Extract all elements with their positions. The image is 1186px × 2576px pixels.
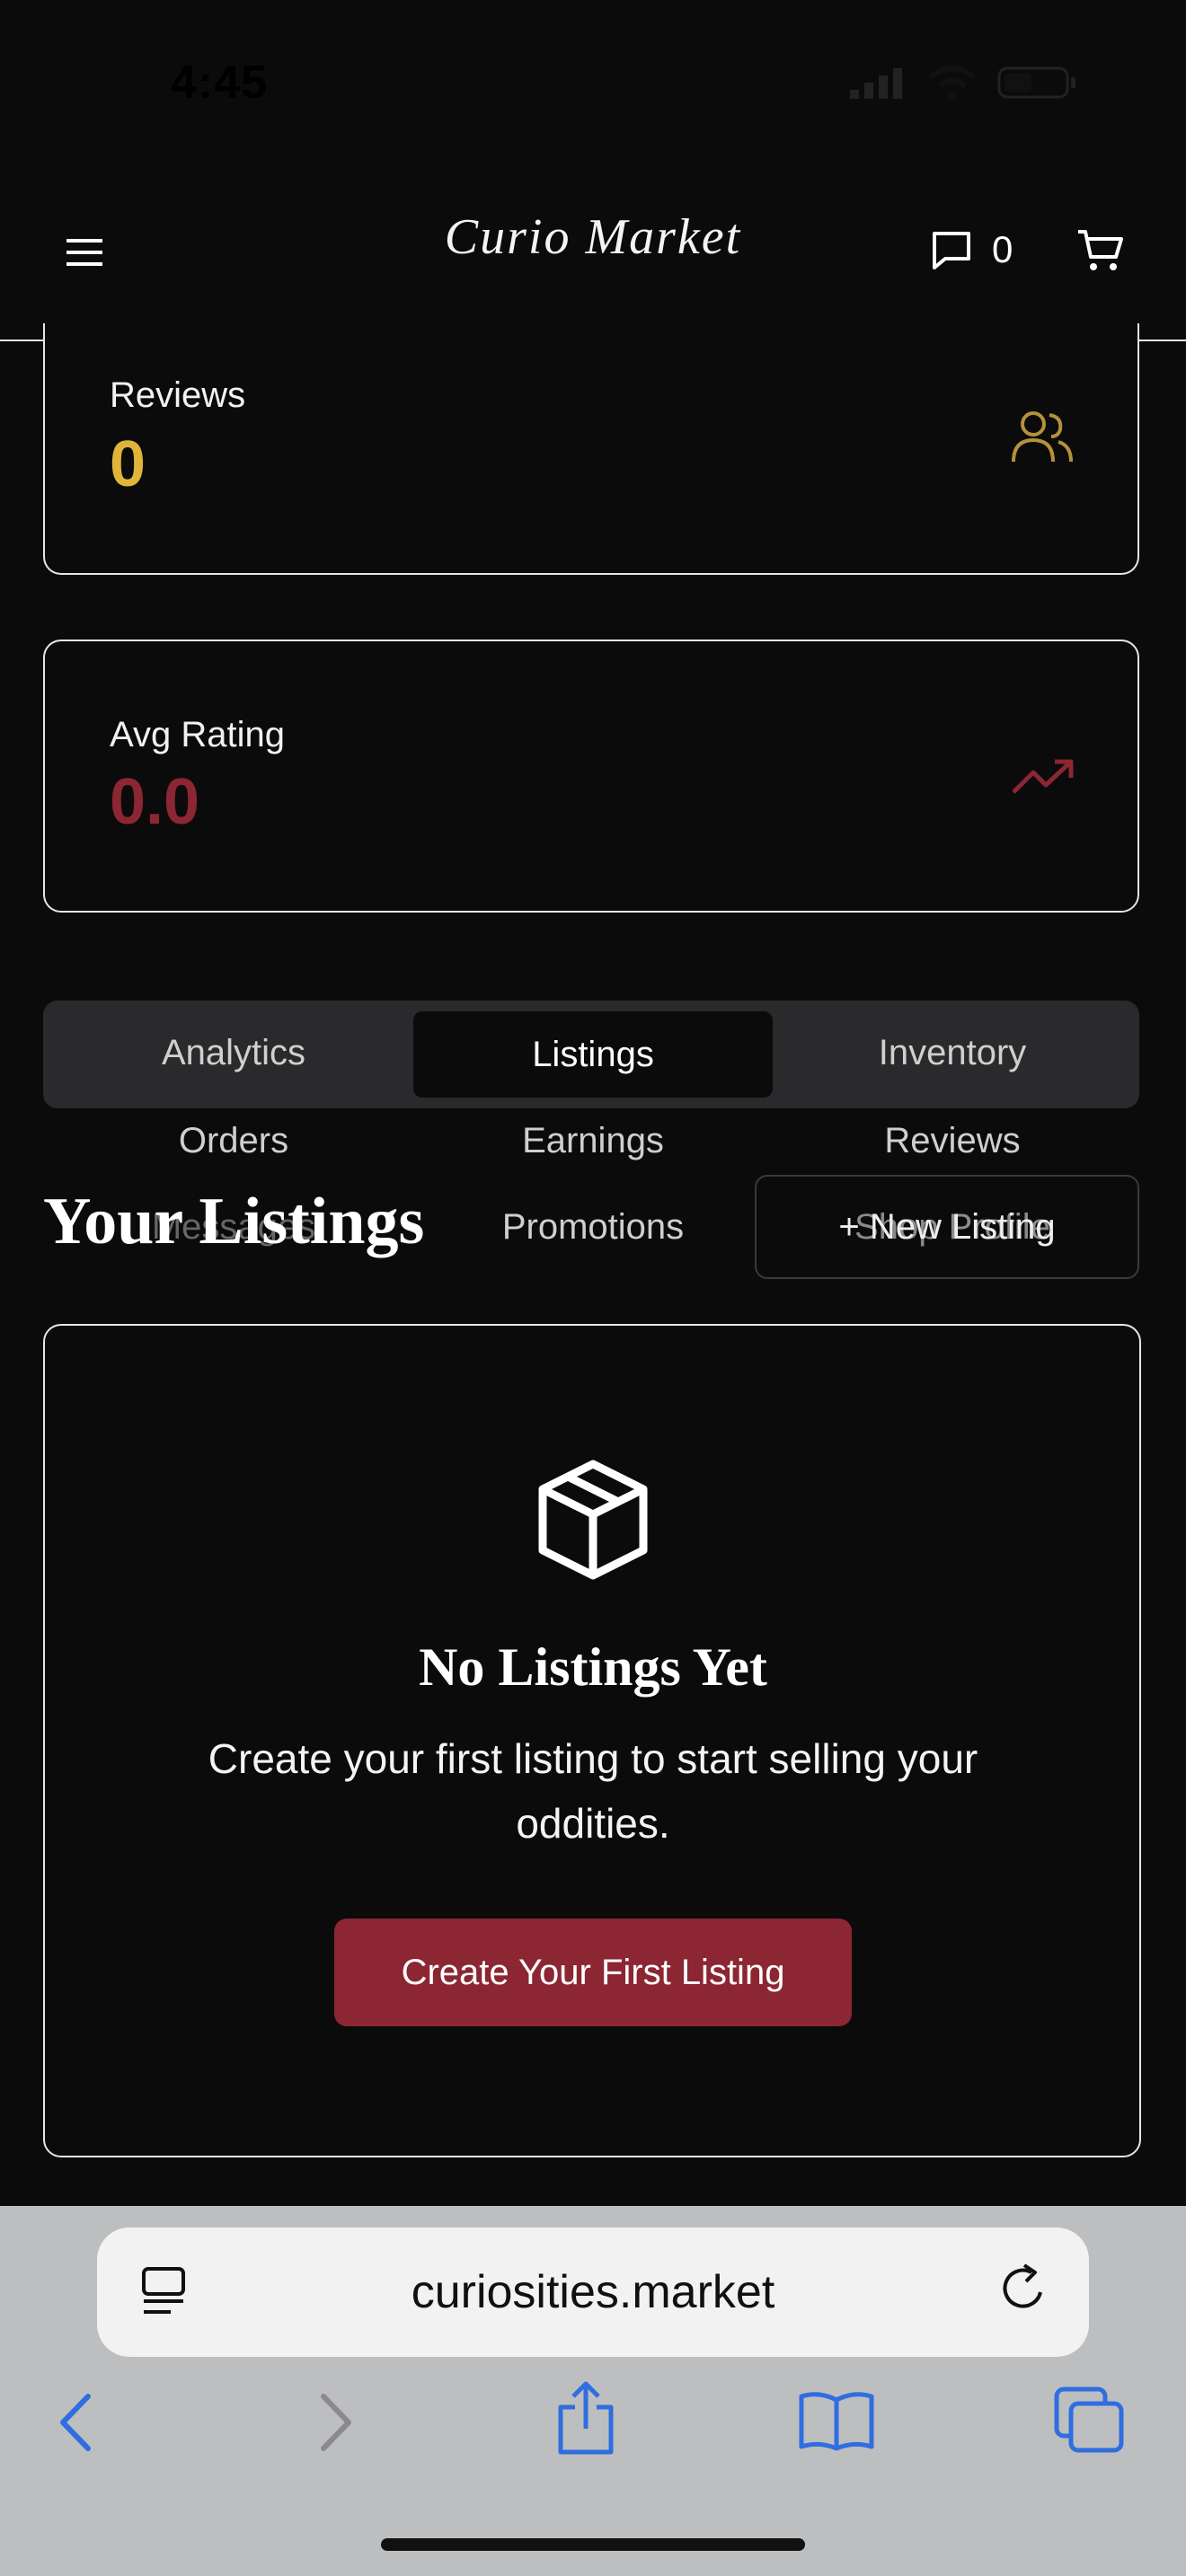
- wifi-icon: [929, 66, 976, 100]
- box-icon: [538, 1460, 648, 1580]
- tabs-icon[interactable]: [1053, 2386, 1125, 2454]
- bookmarks-icon[interactable]: [798, 2389, 875, 2452]
- users-icon: [1012, 411, 1073, 463]
- battery-icon: [997, 66, 1075, 99]
- empty-state-text: Create your first listing to start selli…: [208, 1735, 978, 1847]
- trending-up-icon: [1012, 759, 1074, 794]
- stat-card-reviews: [43, 323, 1139, 575]
- status-icons: [850, 65, 1078, 101]
- back-icon[interactable]: [56, 2391, 95, 2454]
- tab-analytics[interactable]: Analytics: [54, 1033, 413, 1073]
- tab-inventory[interactable]: Inventory: [773, 1033, 1132, 1073]
- stat-value: 0.0: [110, 766, 200, 838]
- tab-reviews[interactable]: Reviews: [773, 1121, 1132, 1161]
- message-icon[interactable]: [929, 228, 974, 273]
- tab-orders[interactable]: Orders: [54, 1121, 413, 1161]
- message-count: 0: [992, 228, 1013, 270]
- stat-card-avg-rating: [43, 640, 1139, 913]
- page-title: Your Listings: [43, 1185, 425, 1258]
- share-icon[interactable]: [553, 2380, 618, 2457]
- stat-label: Avg Rating: [110, 715, 285, 754]
- new-listing-button[interactable]: + New Listing: [755, 1175, 1139, 1279]
- empty-state-title: No Listings Yet: [419, 1637, 767, 1697]
- stat-label: Reviews: [110, 375, 246, 415]
- tab-earnings[interactable]: Earnings: [413, 1121, 773, 1161]
- create-first-listing-button[interactable]: Create Your First Listing: [334, 1919, 852, 2026]
- cart-icon[interactable]: [1076, 228, 1123, 273]
- reload-icon[interactable]: [999, 2260, 1051, 2316]
- tab-listings[interactable]: Listings: [413, 1011, 773, 1098]
- signal-icon: [850, 68, 902, 99]
- forward-icon[interactable]: [316, 2391, 356, 2454]
- tab-promotions[interactable]: Promotions: [413, 1207, 773, 1248]
- home-indicator: [381, 2538, 805, 2551]
- status-time: 4:45: [171, 57, 269, 109]
- stat-value: 0: [110, 428, 146, 500]
